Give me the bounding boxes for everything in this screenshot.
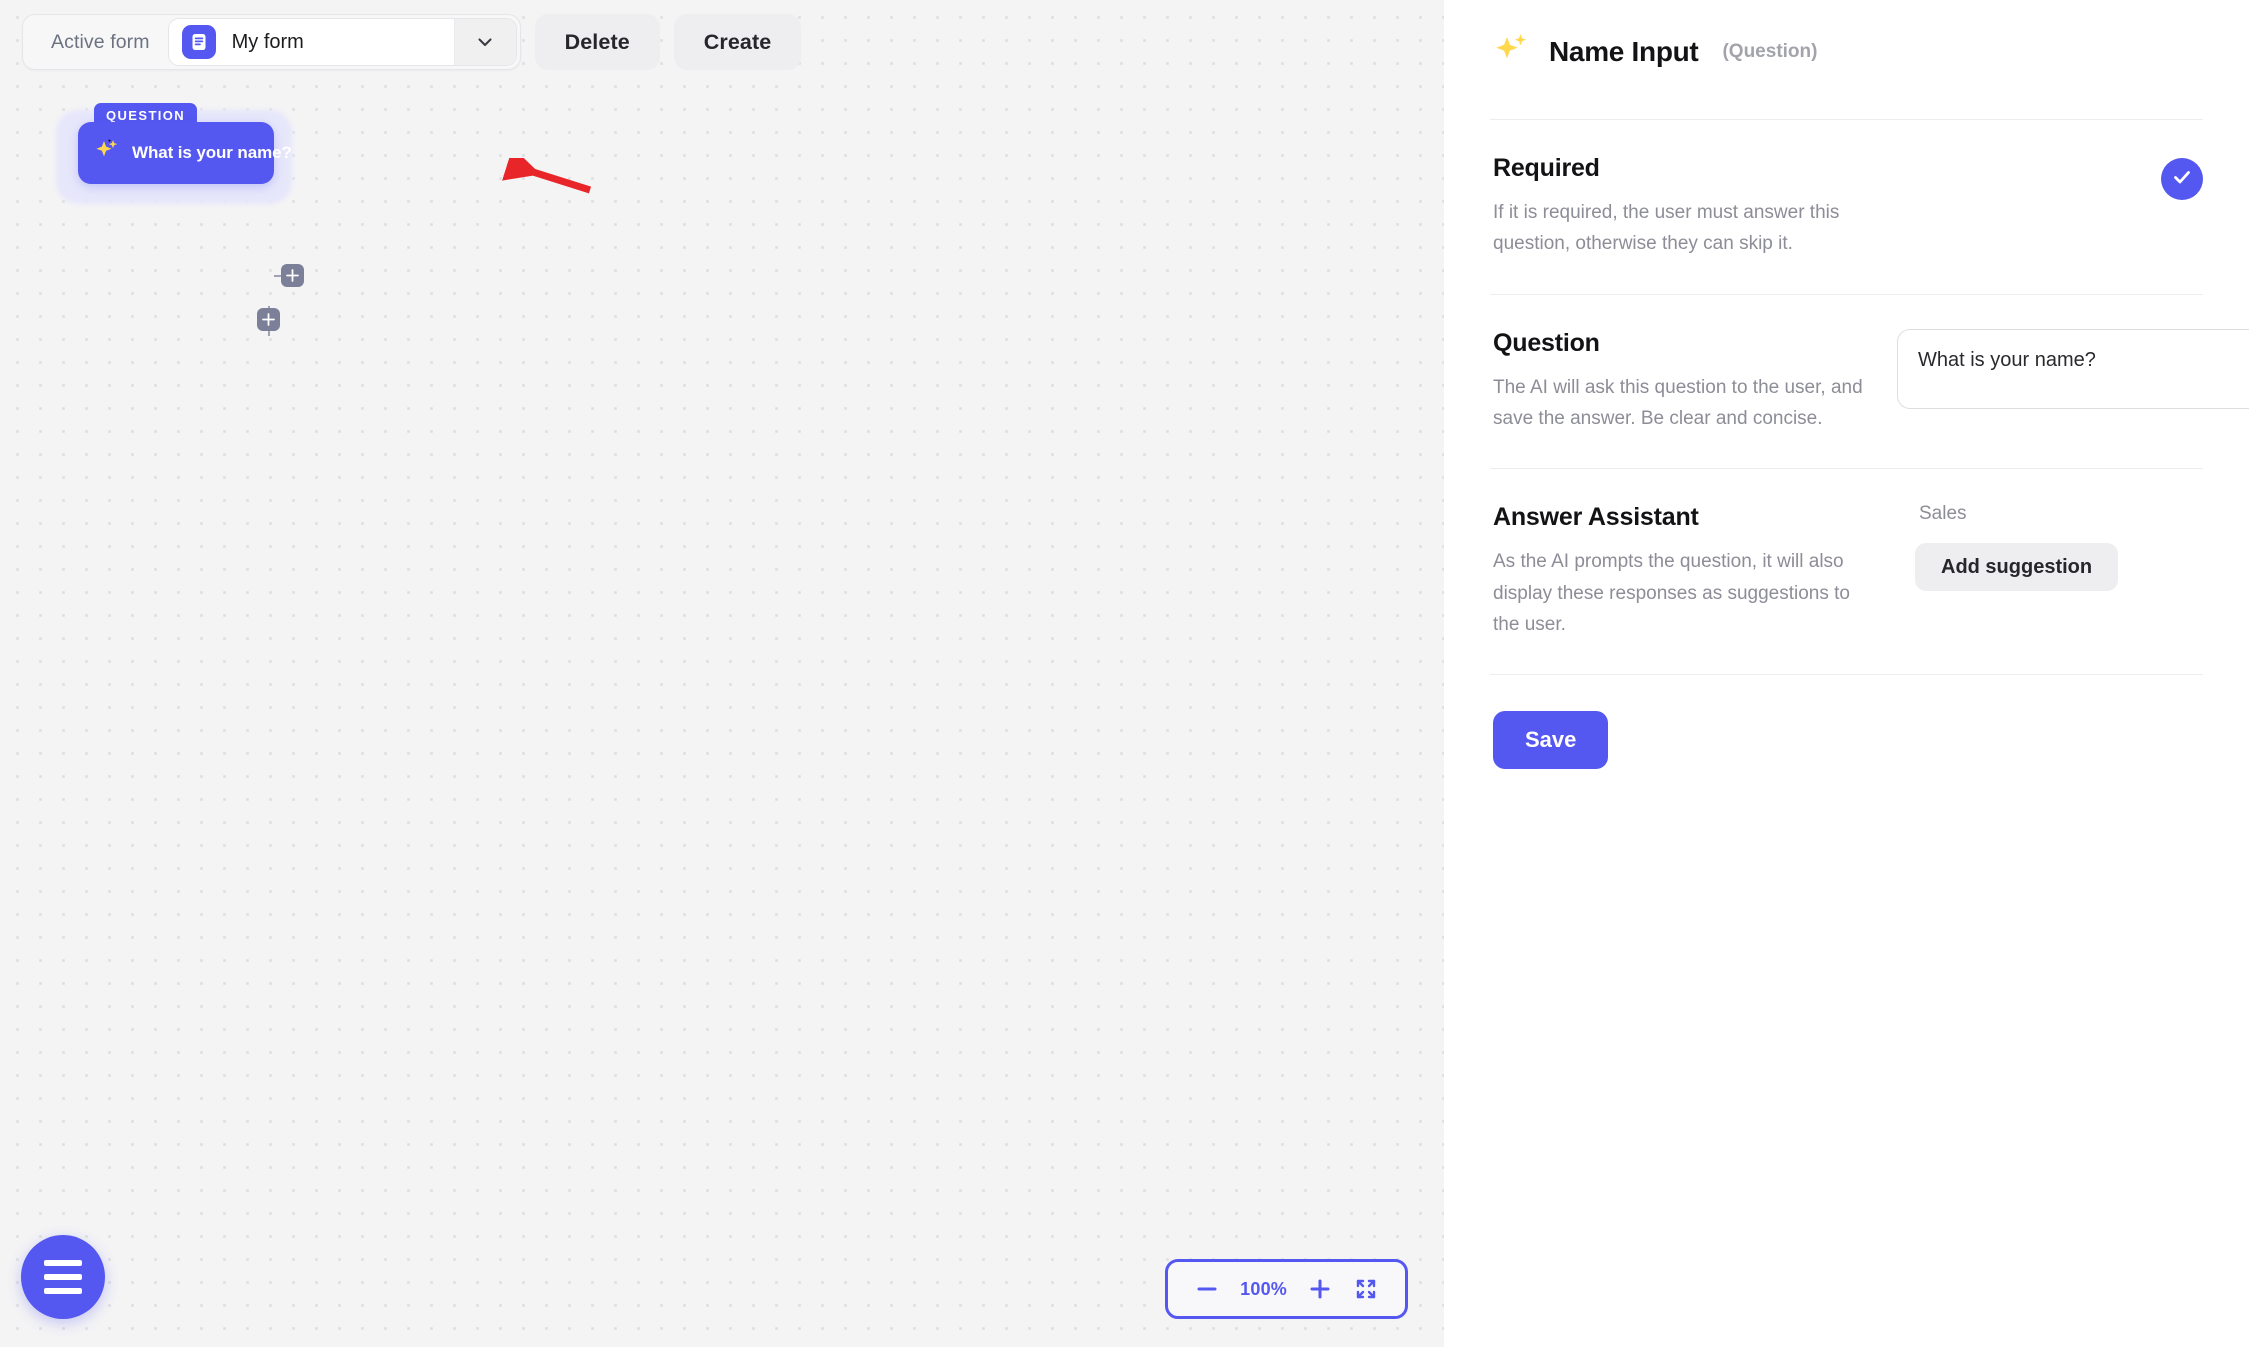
section-required-right (1897, 154, 2203, 260)
node-add-handle-bottom[interactable] (257, 308, 280, 331)
save-button[interactable]: Save (1493, 711, 1609, 770)
zoom-in-button[interactable] (1299, 1268, 1341, 1310)
section-question: Question The AI will ask this question t… (1490, 295, 2249, 469)
hamburger-menu-icon[interactable] (21, 1235, 105, 1319)
section-required: Required If it is required, the user mus… (1490, 120, 2203, 294)
annotation-arrow-icon (498, 147, 598, 213)
menu-bar-2 (44, 1274, 82, 1280)
section-required-left: Required If it is required, the user mus… (1493, 154, 1873, 260)
add-suggestion-button[interactable]: Add suggestion (1915, 543, 2119, 592)
create-button[interactable]: Create (673, 14, 802, 70)
menu-bar-1 (44, 1260, 82, 1266)
panel-header: Name Input (Question) (1490, 0, 2203, 73)
app-root: QUESTION What is your name? 100% Active … (0, 0, 2249, 1347)
top-toolbar[interactable]: Active form My form Delete Create (22, 14, 802, 70)
node-title: What is your name? (132, 143, 292, 162)
section-required-heading: Required (1493, 154, 1600, 182)
sparkles-icon (94, 138, 120, 169)
fit-view-button[interactable] (1345, 1268, 1387, 1310)
zoom-level-label: 100% (1240, 1278, 1287, 1299)
delete-button[interactable]: Delete (534, 14, 660, 70)
flow-canvas[interactable]: QUESTION What is your name? 100% Active … (0, 0, 1444, 1347)
form-name-label: My form (231, 30, 304, 53)
suggestion-group-label: Sales (1919, 503, 1967, 525)
section-answer-assistant: Answer Assistant As the AI prompts the q… (1490, 469, 2203, 674)
page-subtitle: (Question) (1722, 40, 1818, 62)
menu-bar-3 (44, 1288, 82, 1294)
form-selector[interactable]: Active form My form (22, 14, 521, 70)
section-question-left: Question The AI will ask this question t… (1493, 329, 1873, 435)
section-answer-assistant-right: Sales Add suggestion (1897, 503, 2249, 640)
active-form-label: Active form (51, 30, 150, 53)
zoom-controls[interactable]: 100% (1165, 1259, 1408, 1319)
sparkles-icon (1493, 30, 1531, 73)
node-add-handle-right[interactable] (281, 264, 304, 287)
chevron-down-icon[interactable] (453, 19, 516, 65)
check-icon (2170, 165, 2194, 194)
zoom-out-button[interactable] (1186, 1268, 1228, 1310)
section-question-heading: Question (1493, 328, 1600, 357)
section-required-description: If it is required, the user must answer … (1493, 202, 1840, 255)
section-question-description: The AI will ask this question to the use… (1493, 376, 1863, 430)
question-input[interactable] (1897, 328, 2249, 409)
document-icon (181, 25, 216, 59)
section-question-right (1897, 328, 2249, 435)
section-answer-assistant-description: As the AI prompts the question, it will … (1493, 551, 1850, 636)
properties-panel: Name Input (Question) Required If it is … (1444, 0, 2249, 1347)
form-pill[interactable]: My form (167, 18, 517, 66)
node-body[interactable]: What is your name? (78, 122, 292, 184)
save-row: Save (1490, 675, 2203, 770)
section-answer-assistant-left: Answer Assistant As the AI prompts the q… (1493, 503, 1873, 640)
section-answer-assistant-heading: Answer Assistant (1493, 503, 1699, 532)
required-toggle[interactable] (2161, 158, 2203, 200)
question-node[interactable]: QUESTION What is your name? (56, 103, 304, 336)
page-title: Name Input (1549, 35, 1699, 67)
